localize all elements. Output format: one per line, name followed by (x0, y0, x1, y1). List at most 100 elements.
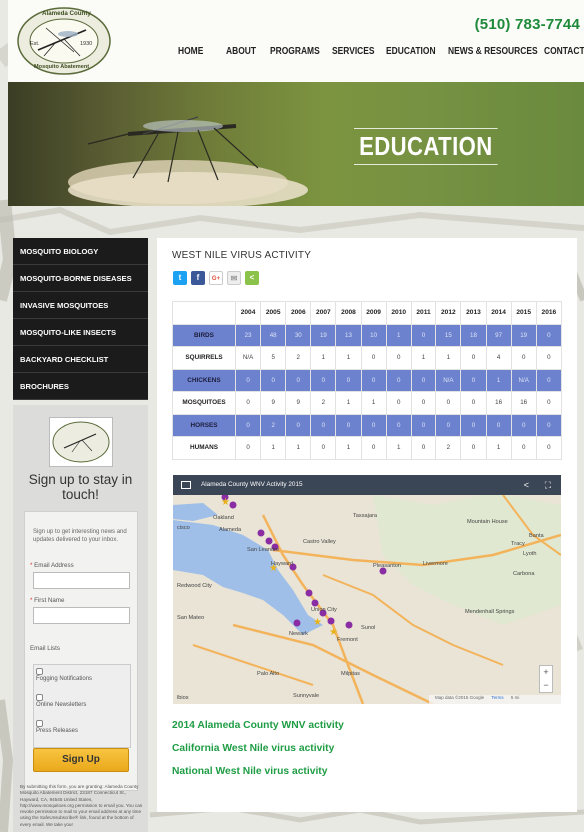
signup-logo (49, 417, 113, 467)
map-layers-icon[interactable] (181, 481, 191, 489)
checkbox-press-releases[interactable] (36, 720, 43, 727)
zoom-out-icon[interactable]: − (540, 679, 552, 692)
phone-number[interactable]: (510) 783-7744 (475, 16, 580, 33)
map-place-label: San Leandro (247, 547, 280, 553)
table-cell: 2 (435, 436, 462, 460)
sidebar-item-brochures[interactable]: BROCHURES (13, 373, 148, 400)
sidebar-item-invasive-mosquitoes[interactable]: INVASIVE MOSQUITOES (13, 292, 148, 319)
table-cell: 1 (285, 436, 312, 460)
table-cell: 0 (234, 413, 262, 437)
map-zoom-control[interactable]: + − (539, 665, 553, 693)
list-option-newsletters[interactable]: Online Newsletters (36, 694, 86, 708)
first-name-field[interactable] (33, 607, 130, 624)
table-header-year: 2009 (360, 301, 387, 325)
email-lists-label: Email Lists (30, 645, 60, 652)
link-2014-alameda-wnv[interactable]: 2014 Alameda County WNV activity (172, 720, 344, 731)
table-row-label: CHICKENS (172, 368, 236, 392)
table-row-label: BIRDS (172, 323, 236, 347)
signup-logo-graphic (52, 421, 110, 463)
table-cell: 0 (435, 391, 462, 415)
logo-year-text: 1930 (80, 41, 93, 47)
nav-services[interactable]: SERVICES (332, 46, 376, 57)
table-cell: 16 (510, 391, 537, 415)
table-header-year: 2013 (460, 301, 487, 325)
sidebar-item-backyard-checklist[interactable]: BACKYARD CHECKLIST (13, 346, 148, 373)
table-cell: 0 (410, 391, 437, 415)
table-header-year: 2016 (535, 301, 563, 325)
map-place-label: Fremont (337, 637, 358, 643)
table-cell: 1 (385, 323, 412, 347)
table-cell: 0 (535, 436, 563, 460)
map-place-label: Union City (311, 607, 337, 613)
list-option-fogging[interactable]: Fogging Notifications (36, 668, 92, 682)
table-cell: 0 (410, 323, 437, 347)
googleplus-icon[interactable]: G+ (209, 271, 223, 285)
table-header-row: 2004 2005 2006 2007 2008 2009 2010 2011 2012 2013… (172, 301, 563, 325)
twitter-icon[interactable]: t (173, 271, 187, 285)
logo-bottom-text: Mosquito Abatement (34, 64, 90, 70)
map-share-icon[interactable]: < (524, 475, 529, 495)
table-row: HUMANS 0 1 1 0 1 0 1 0 2 0 1 0 0 (172, 436, 563, 460)
email-field[interactable] (33, 572, 130, 589)
table-header-year: 2014 (485, 301, 512, 325)
table-header-year: 2011 (410, 301, 437, 325)
site-logo[interactable]: Alameda County Est. 1930 Mosquito Abatem… (16, 6, 112, 76)
facebook-icon[interactable]: f (191, 271, 205, 285)
table-cell: 1 (435, 346, 462, 370)
map-terms-link[interactable]: Terms (491, 695, 503, 700)
nav-programs[interactable]: PROGRAMS (270, 46, 321, 57)
email-lists-box: Fogging Notifications Online Newsletters… (33, 664, 131, 748)
map-title: Alameda County WNV Activity 2015 (201, 481, 303, 488)
table-cell: 2 (285, 346, 312, 370)
sidebar-item-mosquito-like-insects[interactable]: MOSQUITO-LIKE INSECTS (13, 319, 148, 346)
table-cell: 10 (360, 323, 387, 347)
map-place-label: Mendenhall Springs (465, 609, 515, 615)
nav-education[interactable]: EDUCATION (386, 46, 437, 57)
table-cell: 0 (260, 368, 287, 392)
table-cell: 1 (385, 436, 412, 460)
signup-title: Sign up to stay in touch! (28, 472, 133, 502)
table-header-year: 2015 (510, 301, 537, 325)
main-content: WEST NILE VIRUS ACTIVITY t f G+ ✉ < 2004… (157, 238, 577, 812)
nav-about[interactable]: ABOUT (226, 46, 262, 57)
table-cell: 0 (385, 346, 412, 370)
email-icon[interactable]: ✉ (227, 271, 241, 285)
nav-home[interactable]: HOME (178, 46, 217, 57)
table-cell: 97 (485, 323, 512, 347)
table-row-label: MOSQUITOES (172, 391, 236, 415)
map-marker-star[interactable]: ★ (221, 497, 230, 508)
checkbox-fogging[interactable] (36, 668, 43, 675)
map-canvas[interactable]: ★ ★ ★ ★ (173, 475, 561, 704)
map-fullscreen-icon[interactable]: ⛶ (545, 475, 551, 495)
sign-up-button[interactable]: Sign Up (33, 748, 129, 772)
nav-news-resources[interactable]: NEWS & RESOURCES (448, 46, 538, 57)
table-cell: 30 (285, 323, 312, 347)
main-nav: HOME ABOUT PROGRAMS SERVICES EDUCATION N… (178, 46, 584, 57)
table-cell: 0 (535, 413, 563, 437)
map-marker-star[interactable]: ★ (313, 617, 322, 628)
list-option-press-releases[interactable]: Press Releases (36, 720, 78, 734)
share-icon[interactable]: < (245, 271, 259, 285)
table-cell: 0 (310, 368, 337, 392)
zoom-in-icon[interactable]: + (540, 666, 552, 679)
nav-contact[interactable]: CONTACT (544, 46, 584, 57)
table-cell: 0 (360, 368, 387, 392)
link-california-wnv[interactable]: California West Nile virus activity (172, 743, 344, 754)
table-cell: 0 (535, 323, 563, 347)
checkbox-newsletters[interactable] (36, 694, 43, 701)
table-cell: 13 (335, 323, 362, 347)
sidebar-item-mosquito-biology[interactable]: MOSQUITO BIOLOGY (13, 238, 148, 265)
table-cell: N/A (234, 346, 262, 370)
table-header-year: 2006 (285, 301, 312, 325)
sidebar-item-mosquito-borne-diseases[interactable]: MOSQUITO-BORNE DISEASES (13, 265, 148, 292)
map-place-label: Oakland (213, 515, 234, 521)
table-cell: 0 (285, 368, 312, 392)
table-cell: 2 (310, 391, 337, 415)
map-place-label: cisco (177, 525, 190, 531)
wnv-map[interactable]: ★ ★ ★ ★ Oakland Alameda San Leandro Hayward… (173, 475, 561, 704)
link-national-wnv[interactable]: National West Nile virus activity (172, 766, 344, 777)
map-place-label: Sunol (361, 625, 376, 631)
map-place-label: Tassajara (353, 513, 377, 519)
table-cell: N/A (510, 368, 537, 392)
table-cell: 2 (260, 413, 287, 437)
